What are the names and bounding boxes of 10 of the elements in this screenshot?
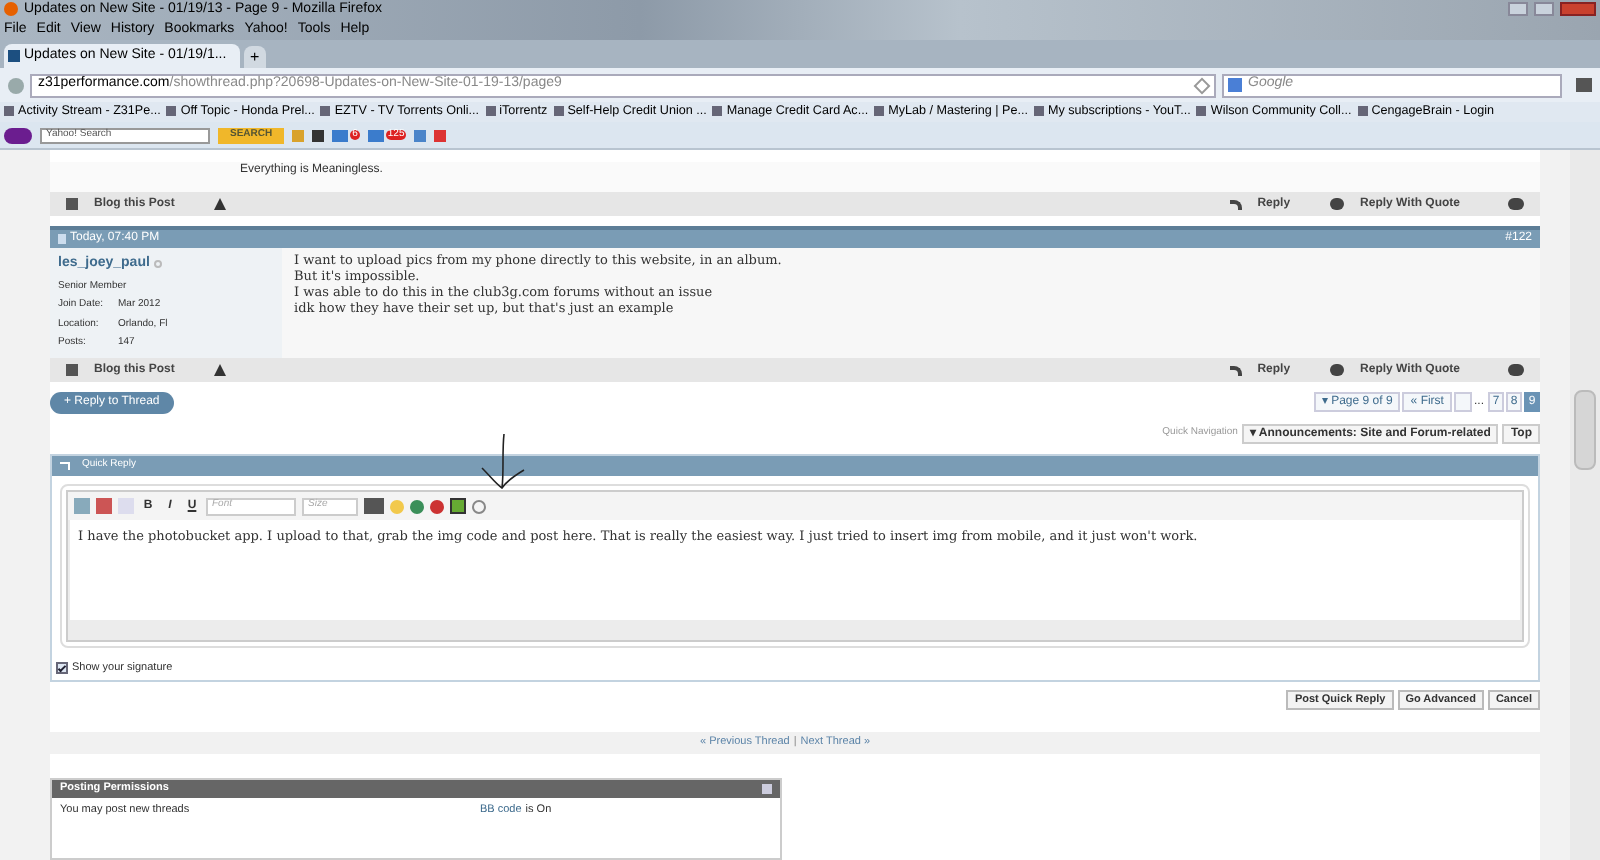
scrollbar-thumb[interactable] [1574, 390, 1596, 470]
check-mark-icon [57, 663, 67, 673]
reply-arrow-icon [1229, 199, 1242, 209]
minimize-icon[interactable] [1508, 2, 1528, 16]
reply-arrow-icon [60, 462, 70, 470]
maximize-icon[interactable] [1534, 2, 1554, 16]
new-tab-button[interactable]: + [244, 46, 266, 68]
close-icon[interactable] [1560, 2, 1596, 16]
reply-arrow-icon [1229, 365, 1242, 375]
signature-checkbox[interactable] [56, 662, 68, 674]
